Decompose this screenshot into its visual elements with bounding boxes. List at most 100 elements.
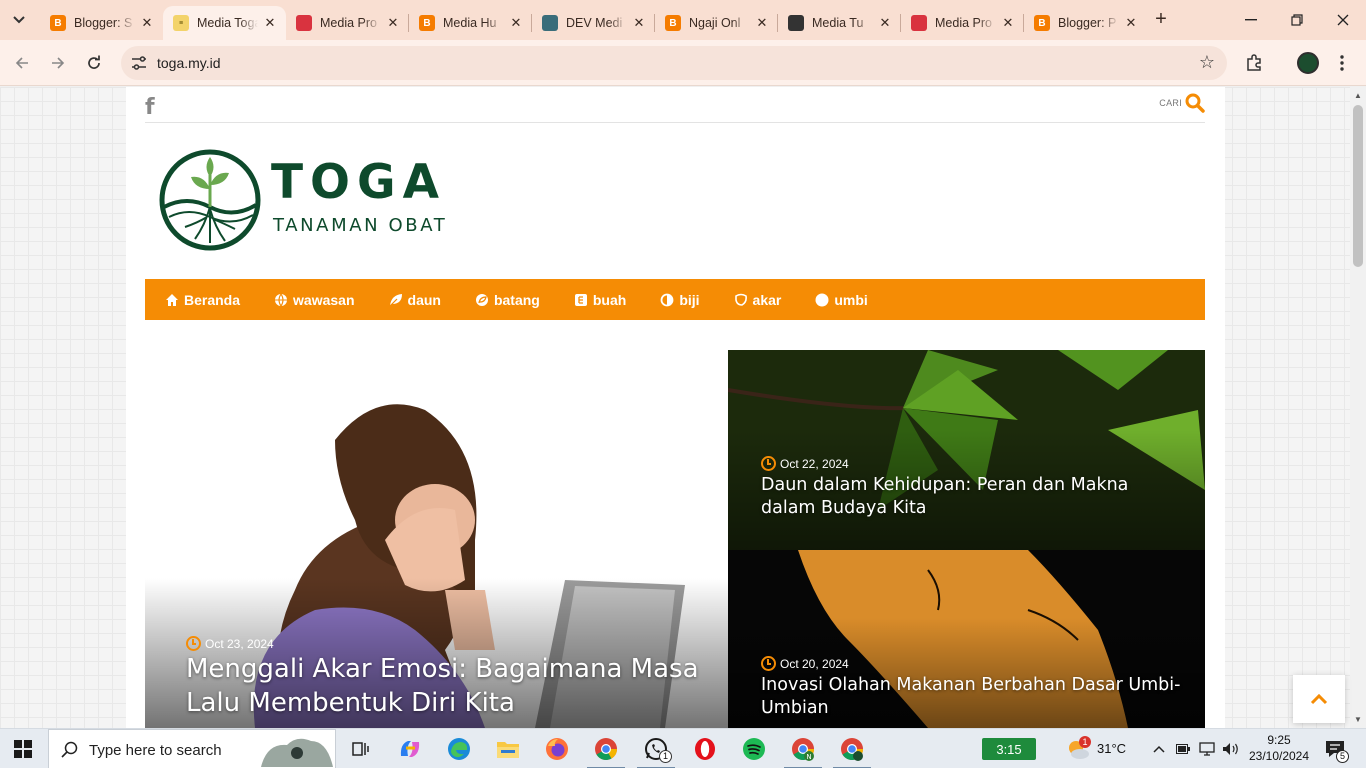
folder-icon	[497, 742, 519, 758]
scrollbar-thumb[interactable]	[1353, 105, 1363, 267]
close-icon[interactable]: ✕	[631, 15, 647, 31]
post-date: Oct 23, 2024	[205, 636, 274, 651]
weather-temperature[interactable]: 31°C	[1097, 741, 1126, 756]
featured-post-main[interactable]: Oct 23, 2024 Menggali Akar Emosi: Bagaim…	[145, 350, 728, 728]
nav-item-biji[interactable]: biji	[660, 292, 700, 308]
firefox-button[interactable]	[544, 736, 570, 762]
nav-item-daun[interactable]: daun	[389, 292, 441, 308]
spotify-button[interactable]	[741, 736, 767, 762]
featured-post-daun[interactable]: Oct 22, 2024 Daun dalam Kehidupan: Peran…	[728, 350, 1205, 550]
close-icon[interactable]: ✕	[1000, 15, 1016, 31]
windows-taskbar: Type here to search 1 N 3:15 1 31°C 9:25…	[0, 728, 1366, 768]
tab-8[interactable]: Media Pro ✕	[901, 6, 1024, 40]
whatsapp-badge: 1	[659, 750, 672, 763]
restore-button[interactable]	[1274, 6, 1320, 34]
media-pro-icon	[911, 15, 927, 31]
chrome-icon	[841, 738, 863, 761]
post-title[interactable]: Menggali Akar Emosi: Bagaimana Masa Lalu…	[186, 652, 706, 720]
close-icon[interactable]: ✕	[1123, 15, 1139, 31]
post-meta: Oct 22, 2024	[761, 456, 849, 471]
network-icon[interactable]	[1199, 742, 1215, 756]
window-close-button[interactable]	[1320, 6, 1366, 34]
tab-search-button[interactable]	[6, 8, 32, 32]
tab-6[interactable]: B Ngaji Onl ✕	[655, 6, 778, 40]
profile-avatar[interactable]	[1297, 52, 1319, 74]
page-scrollbar[interactable]: ▲ ▼	[1350, 87, 1366, 728]
forward-button[interactable]	[44, 49, 72, 77]
search-button[interactable]: CARI	[1159, 93, 1205, 113]
nav-item-umbi[interactable]: umbi	[815, 292, 868, 308]
root-icon	[734, 293, 747, 306]
chrome-button[interactable]	[587, 736, 625, 768]
file-explorer-button[interactable]	[495, 736, 521, 762]
minimize-icon	[1245, 19, 1257, 21]
tab-title: Media Pro	[320, 16, 377, 30]
menu-button[interactable]	[1328, 49, 1356, 77]
toga-site-icon: ≡	[173, 15, 189, 31]
blogger-icon: B	[419, 15, 435, 31]
facebook-icon[interactable]: f	[145, 95, 159, 120]
extensions-button[interactable]	[1240, 49, 1268, 77]
edge-icon	[448, 738, 470, 760]
tab-5[interactable]: DEV Medi ✕	[532, 6, 655, 40]
clock-icon	[761, 456, 776, 471]
taskbar-search-input[interactable]: Type here to search	[48, 729, 336, 768]
url-text: toga.my.id	[157, 55, 221, 71]
nav-item-akar[interactable]: akar	[734, 291, 782, 308]
scroll-up-arrow-icon[interactable]: ▲	[1354, 91, 1362, 100]
tab-title: Media Hu	[443, 16, 497, 30]
close-icon[interactable]: ✕	[262, 15, 278, 31]
close-icon[interactable]: ✕	[877, 15, 893, 31]
address-bar[interactable]: toga.my.id ☆	[121, 46, 1227, 80]
bookmark-star-icon[interactable]: ☆	[1199, 52, 1215, 73]
battery-status[interactable]: 3:15	[982, 738, 1036, 760]
back-to-top-button[interactable]	[1293, 675, 1345, 723]
blogger-icon: B	[50, 15, 66, 31]
search-highlight-icon	[261, 738, 333, 767]
search-icon	[61, 741, 78, 758]
toga-logo-icon[interactable]	[157, 147, 263, 253]
copilot-button[interactable]	[397, 736, 423, 762]
nav-item-label: akar	[752, 291, 782, 308]
tab-9[interactable]: B Blogger: P ✕	[1024, 6, 1147, 40]
windows-start-icon[interactable]	[14, 740, 32, 758]
new-tab-button[interactable]: +	[1150, 9, 1172, 31]
back-button[interactable]	[8, 49, 36, 77]
battery-icon[interactable]	[1176, 744, 1190, 754]
nav-item-wawasan[interactable]: wawasan	[274, 292, 355, 308]
post-title[interactable]: Daun dalam Kehidupan: Peran dan Makna da…	[761, 474, 1181, 520]
system-clock[interactable]: 9:25 23/10/2024	[1246, 732, 1312, 764]
nav-item-buah[interactable]: buah	[574, 292, 626, 308]
weather-badge: 1	[1079, 736, 1091, 748]
puzzle-icon	[1247, 54, 1261, 71]
chrome-profile-n-button[interactable]: N	[784, 736, 822, 768]
tab-1[interactable]: B Blogger: S ✕	[40, 6, 163, 40]
chrome-profile-active-button[interactable]	[833, 736, 871, 768]
reload-button[interactable]	[80, 49, 108, 77]
tab-4[interactable]: B Media Hu ✕	[409, 6, 532, 40]
tab-3[interactable]: Media Pro ✕	[286, 6, 409, 40]
tab-7[interactable]: Media Tu ✕	[778, 6, 901, 40]
volume-icon[interactable]	[1222, 742, 1240, 756]
close-icon[interactable]: ✕	[139, 15, 155, 31]
chevron-up-icon[interactable]	[1153, 745, 1165, 753]
scroll-down-arrow-icon[interactable]: ▼	[1354, 715, 1362, 724]
tab-2[interactable]: ≡ Media Toga ✕	[163, 6, 286, 40]
leaf-icon	[389, 293, 402, 306]
task-view-button[interactable]	[347, 736, 373, 762]
whatsapp-button[interactable]: 1	[637, 736, 675, 768]
nav-item-beranda[interactable]: Beranda	[165, 292, 240, 308]
browser-toolbar: toga.my.id ☆	[0, 40, 1366, 86]
home-icon	[166, 293, 178, 306]
nav-item-batang[interactable]: batang	[475, 292, 540, 308]
minimize-button[interactable]	[1228, 6, 1274, 34]
opera-button[interactable]	[692, 736, 718, 762]
close-icon[interactable]: ✕	[385, 15, 401, 31]
featured-post-umbi[interactable]: Oct 20, 2024 Inovasi Olahan Makanan Berb…	[728, 550, 1205, 728]
edge-button[interactable]	[446, 736, 472, 762]
opera-icon	[695, 738, 715, 760]
close-icon[interactable]: ✕	[508, 15, 524, 31]
close-icon[interactable]: ✕	[754, 15, 770, 31]
post-title[interactable]: Inovasi Olahan Makanan Berbahan Dasar Um…	[761, 674, 1181, 720]
site-info-icon[interactable]	[129, 53, 149, 73]
